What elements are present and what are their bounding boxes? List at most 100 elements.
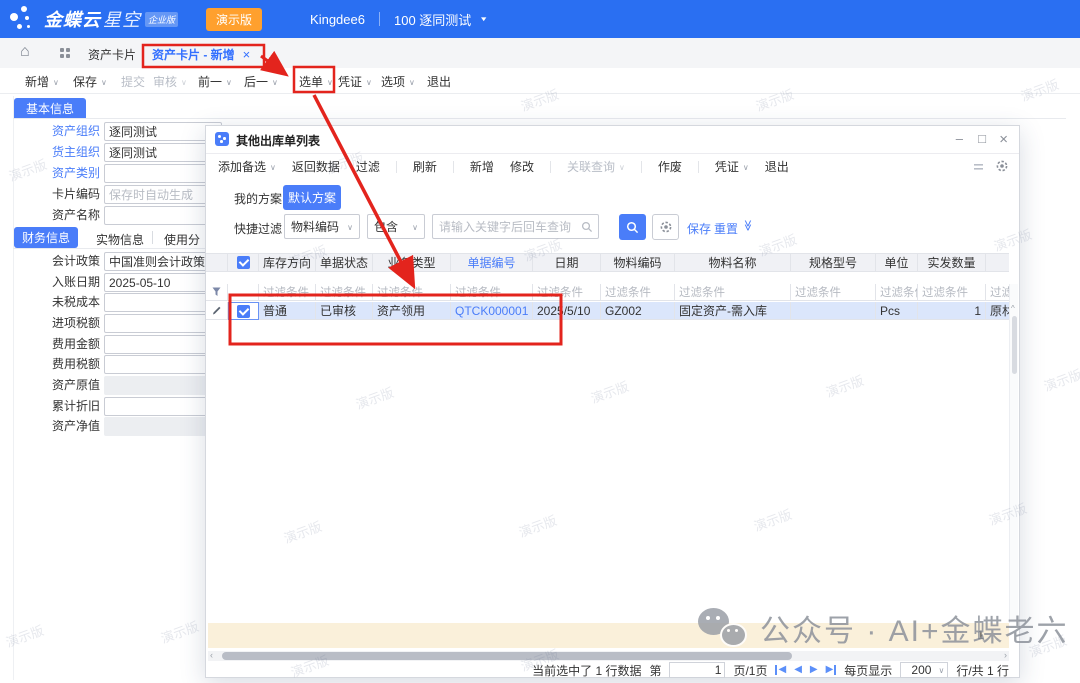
filter-cell[interactable]: 过滤条件 xyxy=(675,284,791,301)
cell-unit: Pcs xyxy=(876,302,918,320)
dialog-new-button[interactable]: 新增 xyxy=(470,158,494,175)
related-query-button[interactable]: 关联查询 xyxy=(567,158,625,175)
scroll-left-icon[interactable]: ‹ xyxy=(210,650,213,660)
tab-close-icon[interactable]: × xyxy=(243,47,251,62)
voucher-button[interactable]: 凭证 xyxy=(338,73,372,90)
col-header-direction[interactable]: 库存方向 xyxy=(259,253,316,272)
filter-cell[interactable]: 过滤条件 xyxy=(601,284,675,301)
layout-icon[interactable] xyxy=(974,162,985,171)
select-bill-button[interactable]: 选单 xyxy=(299,73,333,90)
toolbar-settings-icon[interactable] xyxy=(995,159,1009,173)
row-checkbox[interactable] xyxy=(228,302,259,320)
exit-button[interactable]: 退出 xyxy=(427,73,451,90)
vertical-scrollbar[interactable]: ^ xyxy=(1009,284,1018,623)
field-label-policy: 会计政策 xyxy=(0,252,104,271)
new-button[interactable]: 新增 xyxy=(25,73,59,90)
filter-cell[interactable]: 过滤条件 xyxy=(373,284,451,301)
cell-material-name: 固定资产-需入库 xyxy=(675,302,791,320)
col-header-material-name[interactable]: 物料名称 xyxy=(675,253,791,272)
checkbox-checked-icon xyxy=(237,256,250,269)
filter-cell[interactable]: 过滤条件 xyxy=(876,284,918,301)
cell-bill-no-link[interactable]: QTCK000001 xyxy=(451,302,533,320)
tab-finance-info[interactable]: 财务信息 xyxy=(14,227,78,248)
scroll-right-icon[interactable]: › xyxy=(1004,650,1007,660)
options-button[interactable]: 选项 xyxy=(381,73,415,90)
org-caret-icon[interactable]: ▼ xyxy=(479,16,488,23)
filter-cell[interactable]: 过滤条件 xyxy=(316,284,373,301)
select-all-checkbox[interactable] xyxy=(228,253,259,272)
filter-cell[interactable]: 过滤条件 xyxy=(259,284,316,301)
search-icon xyxy=(626,221,639,234)
col-header-material-code[interactable]: 物料编码 xyxy=(601,253,675,272)
filter-cell[interactable]: 过滤条件 xyxy=(791,284,876,301)
col-header-qty[interactable]: 实发数量 xyxy=(918,253,986,272)
keyword-search-input[interactable] xyxy=(432,214,599,239)
current-organization[interactable]: 100 逐同测试 xyxy=(394,10,471,29)
prev-button[interactable]: 前一 xyxy=(198,73,232,90)
field-label-fee-tax: 费用税额 xyxy=(0,355,104,374)
next-page-icon[interactable]: ▶ xyxy=(810,665,818,675)
prev-page-icon[interactable]: ◀ xyxy=(794,665,802,675)
refresh-button[interactable]: 刷新 xyxy=(413,158,437,175)
field-label-fee: 费用金额 xyxy=(0,335,104,354)
cell-date: 2025/5/10 xyxy=(533,302,601,320)
col-header-date[interactable]: 日期 xyxy=(533,253,601,272)
col-header-status[interactable]: 单据状态 xyxy=(316,253,373,272)
col-header-spec[interactable]: 规格型号 xyxy=(791,253,876,272)
tab-physical-info[interactable]: 实物信息 xyxy=(96,231,144,248)
dialog-exit-button[interactable]: 退出 xyxy=(765,158,789,175)
divider xyxy=(152,231,153,244)
modify-button[interactable]: 修改 xyxy=(510,158,534,175)
selected-rows-text: 当前选中了 1 行数据 xyxy=(532,662,641,679)
table-row[interactable]: 普通 已审核 资产领用 QTCK000001 2025/5/10 GZ002 固… xyxy=(206,302,1009,320)
filter-operator-select[interactable]: 包含 xyxy=(367,214,425,239)
last-page-icon[interactable]: ▶ xyxy=(826,665,837,675)
dialog-voucher-button[interactable]: 凭证 xyxy=(715,158,749,175)
return-data-button[interactable]: 返回数据 xyxy=(292,158,340,175)
scrollbar-thumb[interactable] xyxy=(222,652,792,660)
demo-watermark: 演示版 xyxy=(3,620,46,651)
filter-operator-value: 包含 xyxy=(374,218,398,235)
per-page-select[interactable]: 200 xyxy=(900,662,948,678)
horizontal-scrollbar[interactable]: ‹ › xyxy=(208,651,1009,661)
submit-button[interactable]: 提交 xyxy=(121,73,145,90)
page-number-input[interactable] xyxy=(669,662,725,678)
dialog-status-bar: 当前选中了 1 行数据 第 页/1页 ◀ ◀ ▶ ▶ 每页显示 200 行/共 … xyxy=(206,661,1019,679)
filter-cell[interactable]: 过滤条件 xyxy=(451,284,533,301)
col-header-unit[interactable]: 单位 xyxy=(876,253,918,272)
reset-link[interactable]: 重置 xyxy=(714,220,738,237)
search-button[interactable] xyxy=(619,214,646,240)
dialog-title: 其他出库单列表 xyxy=(236,132,320,149)
void-button[interactable]: 作废 xyxy=(658,158,682,175)
app-grid-icon[interactable] xyxy=(60,48,70,58)
tab-asset-card[interactable]: 资产卡片 xyxy=(88,46,136,63)
current-user[interactable]: Kingdee6 xyxy=(310,12,365,27)
next-button[interactable]: 后一 xyxy=(244,73,278,90)
table-header-row: 库存方向 单据状态 业务类型 单据编号 日期 物料编码 物料名称 规格型号 单位… xyxy=(206,253,1009,272)
scroll-up-icon[interactable]: ^ xyxy=(1011,304,1015,313)
maximize-icon[interactable]: □ xyxy=(978,131,986,146)
col-header-bill-no[interactable]: 单据编号 xyxy=(451,253,533,272)
brand-name-light: 星空 xyxy=(103,6,141,32)
tab-usage[interactable]: 使用分 xyxy=(164,231,200,248)
filter-cell[interactable]: 过滤条件 xyxy=(533,284,601,301)
close-icon[interactable]: × xyxy=(999,131,1008,148)
first-page-icon[interactable]: ◀ xyxy=(775,665,786,675)
tab-asset-card-new[interactable]: 资产卡片 - 新增× xyxy=(152,46,250,63)
dialog-title-bar[interactable]: 其他出库单列表 – □ × xyxy=(206,126,1019,154)
home-icon[interactable]: ⌂ xyxy=(20,43,30,61)
expand-chevron-icon[interactable]: ≫ xyxy=(741,220,754,232)
filter-field-select[interactable]: 物料编码 xyxy=(284,214,360,239)
col-header-biz-type[interactable]: 业务类型 xyxy=(373,253,451,272)
filter-settings-button[interactable] xyxy=(652,214,679,240)
save-scheme-link[interactable]: 保存 xyxy=(687,220,711,237)
filter-cell[interactable]: 过滤条件 xyxy=(986,284,1009,301)
audit-button[interactable]: 审核 xyxy=(153,73,187,90)
filter-funnel-icon[interactable] xyxy=(206,284,228,301)
add-candidate-button[interactable]: 添加备选 xyxy=(218,158,276,175)
filter-button[interactable]: 过滤 xyxy=(356,158,380,175)
filter-cell[interactable]: 过滤条件 xyxy=(918,284,986,301)
default-scheme-button[interactable]: 默认方案 xyxy=(283,185,341,210)
save-button[interactable]: 保存 xyxy=(73,73,107,90)
minimize-icon[interactable]: – xyxy=(956,131,963,146)
